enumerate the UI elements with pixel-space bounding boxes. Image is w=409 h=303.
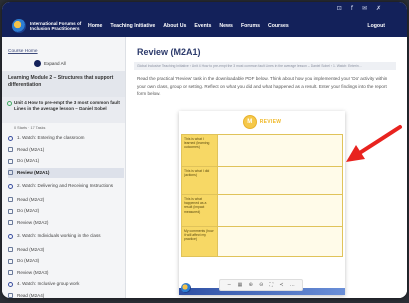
app-window: ⊡ f ✉ ✗ International Forums of Inclusio… — [2, 2, 407, 298]
annotation-arrow-icon — [346, 125, 402, 162]
